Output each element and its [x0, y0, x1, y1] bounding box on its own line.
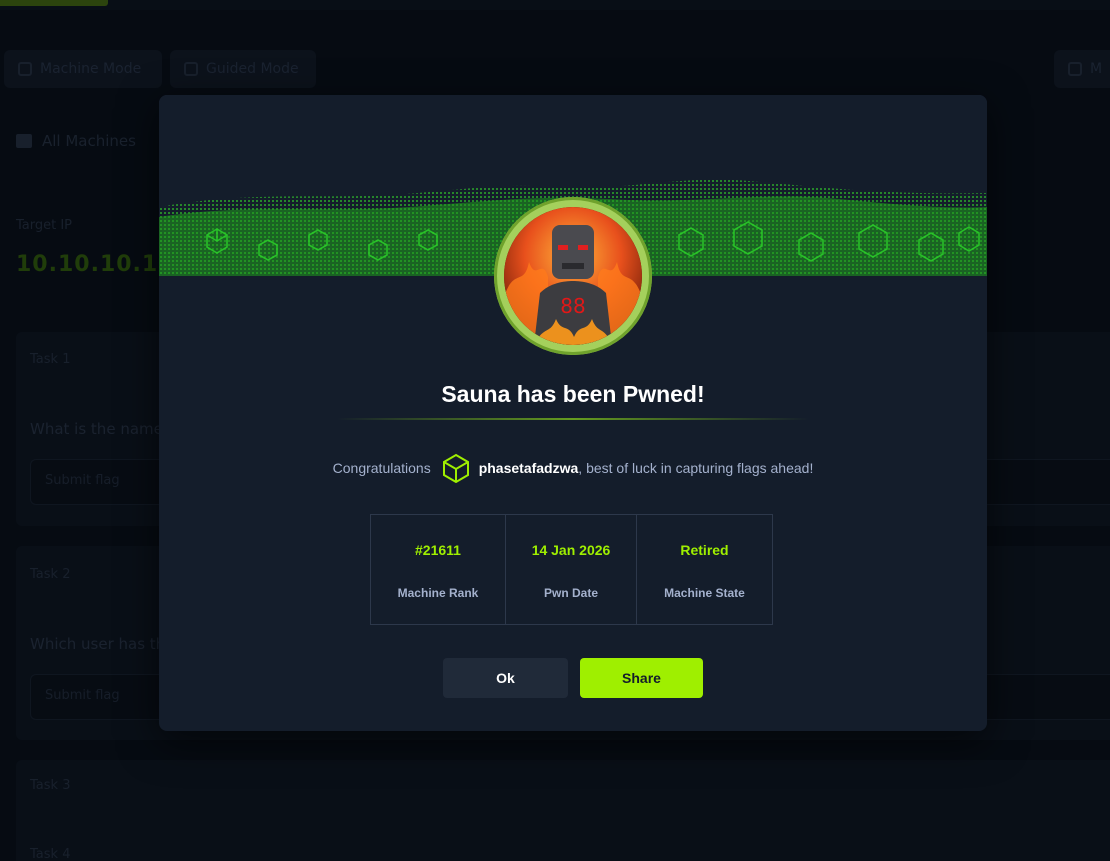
congrats-suffix: , best of luck in capturing flags ahead!	[578, 460, 814, 476]
ok-button[interactable]: Ok	[443, 658, 568, 698]
machine-avatar-image: 88	[504, 207, 642, 345]
svg-text:88: 88	[560, 294, 585, 318]
page: Machine Mode Guided Mode M All Machines …	[0, 0, 1110, 861]
share-button[interactable]: Share	[580, 658, 703, 698]
stat-value: Retired	[680, 542, 729, 558]
hexagon-cube-icon	[441, 453, 471, 484]
modal-title: Sauna has been Pwned!	[441, 381, 705, 407]
congrats-prefix: Congratulations	[332, 460, 431, 476]
machine-avatar-ring: 88	[494, 197, 652, 355]
congrats-message: Congratulations phasetafadzwa , best of …	[159, 453, 987, 484]
pwned-modal: 88 Sauna has been Pwned! Congratulations…	[159, 95, 987, 731]
machine-avatar: 88	[504, 207, 642, 345]
stat-machine-rank: #21611 Machine Rank	[371, 515, 506, 624]
title-divider	[337, 418, 809, 420]
stat-label: Pwn Date	[543, 586, 598, 600]
stat-value: 14 Jan 2026	[531, 542, 611, 558]
stat-label: Machine State	[664, 586, 745, 600]
stats-table: #21611 Machine Rank 14 Jan 2026 Pwn Date…	[370, 514, 773, 625]
stat-machine-state: Retired Machine State	[637, 515, 772, 624]
username[interactable]: phasetafadzwa	[479, 460, 579, 476]
stat-label: Machine Rank	[397, 586, 479, 600]
stat-pwn-date: 14 Jan 2026 Pwn Date	[506, 515, 637, 624]
stat-value: #21611	[415, 542, 461, 558]
